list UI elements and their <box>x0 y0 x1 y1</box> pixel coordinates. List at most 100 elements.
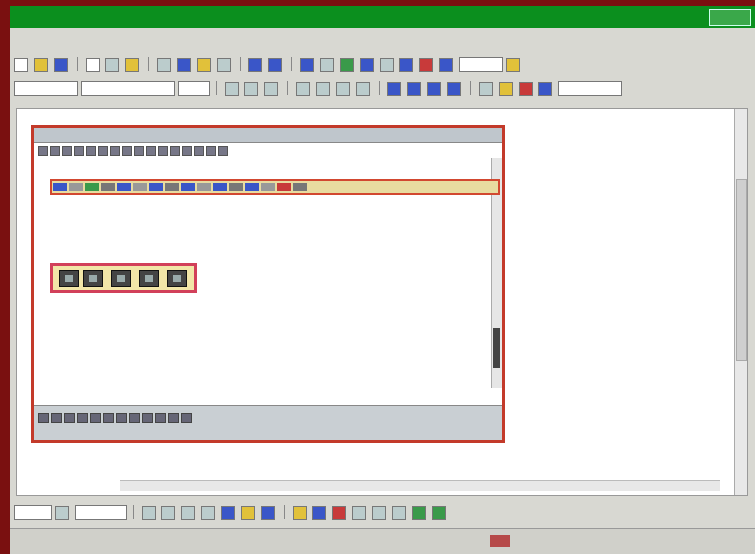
underline-icon[interactable] <box>264 82 279 96</box>
align-left-icon[interactable] <box>296 82 310 96</box>
show-hide-icon[interactable] <box>439 58 454 72</box>
select-objects-icon[interactable] <box>54 506 69 520</box>
table-icon[interactable] <box>339 58 354 72</box>
inner-tool-icon <box>194 146 204 156</box>
arrow-style-icon[interactable] <box>391 506 406 520</box>
new-icon[interactable] <box>14 58 28 72</box>
window-controls[interactable] <box>709 9 751 26</box>
title-bar <box>10 6 755 28</box>
line-color-icon[interactable] <box>312 506 327 520</box>
copy-icon[interactable] <box>176 58 191 72</box>
columns-icon[interactable] <box>379 58 394 72</box>
save-icon[interactable] <box>53 58 68 72</box>
rectangle-icon[interactable] <box>181 506 196 520</box>
extra-select[interactable] <box>558 81 623 96</box>
excel-icon[interactable] <box>359 58 374 72</box>
align-right-icon[interactable] <box>335 82 350 96</box>
toolbar-separator <box>76 57 78 71</box>
inner-drawing-row <box>38 412 478 423</box>
tables-icon[interactable] <box>319 58 334 72</box>
toolbar-separator <box>291 57 293 71</box>
clipart-icon[interactable] <box>260 506 275 520</box>
spelling-icon[interactable] <box>125 58 140 72</box>
borders-icon[interactable] <box>478 82 493 96</box>
bold-icon[interactable] <box>224 82 239 96</box>
inner-tool-icon <box>98 146 108 156</box>
highlight-icon[interactable] <box>498 82 513 96</box>
inner-tool-icon <box>155 413 166 423</box>
inner-tool-icon <box>158 146 168 156</box>
inner-tool-icon <box>110 146 120 156</box>
vertical-scrollbar[interactable] <box>734 109 747 495</box>
strip-icon <box>261 183 275 191</box>
undo-icon[interactable] <box>248 58 263 72</box>
inner-tool-icon <box>90 413 101 423</box>
format-painter-icon[interactable] <box>216 58 231 72</box>
inner-tool-icon <box>86 146 96 156</box>
mini-button <box>59 270 79 287</box>
highlighted-toolbar-strip <box>50 179 500 195</box>
cut-icon[interactable] <box>157 58 171 72</box>
wordart-icon[interactable] <box>240 506 255 520</box>
status-page <box>16 535 76 547</box>
indent-icon[interactable] <box>447 82 461 96</box>
line-style-icon[interactable] <box>352 506 367 520</box>
textbox-icon[interactable] <box>221 506 235 520</box>
open-icon[interactable] <box>33 58 48 72</box>
status-bar <box>10 528 755 554</box>
font-size-select[interactable] <box>177 81 210 96</box>
inner-tool-icon <box>218 146 228 156</box>
strip-icon <box>117 183 131 191</box>
strip-icon <box>293 183 307 191</box>
horizontal-scrollbar[interactable] <box>120 480 720 491</box>
inner-status-area <box>34 405 502 440</box>
inner-scroll-thumb <box>493 328 500 368</box>
document-map-icon[interactable] <box>419 58 434 72</box>
scroll-thumb[interactable] <box>736 179 747 361</box>
print-icon[interactable] <box>85 58 100 72</box>
align-center-icon[interactable] <box>315 82 330 96</box>
shadow-icon[interactable] <box>411 506 426 520</box>
oval-icon[interactable] <box>201 506 216 520</box>
paste-icon[interactable] <box>196 58 211 72</box>
drawing-icon[interactable] <box>399 58 414 72</box>
mini-button <box>111 270 131 287</box>
zoom-select[interactable] <box>459 57 503 72</box>
link-icon[interactable] <box>300 58 314 72</box>
arrow-icon[interactable] <box>161 506 176 520</box>
help-icon[interactable] <box>505 58 520 72</box>
font-color-draw-icon[interactable] <box>332 506 347 520</box>
bullets-icon[interactable] <box>407 82 422 96</box>
inner-tool-icon <box>146 146 156 156</box>
autoshapes-menu[interactable] <box>74 505 127 520</box>
inner-toolbar <box>38 144 478 157</box>
strip-icon <box>277 183 291 191</box>
inner-tool-icon <box>122 146 132 156</box>
font-color-icon[interactable] <box>518 82 533 96</box>
strip-icon <box>85 183 99 191</box>
menu-bar <box>10 32 755 50</box>
toolbar-separator <box>283 505 285 519</box>
toolbar-separator <box>215 81 217 95</box>
font-select[interactable] <box>80 81 175 96</box>
redo-icon[interactable] <box>268 58 283 72</box>
numbering-icon[interactable] <box>387 82 402 96</box>
preview-icon[interactable] <box>105 58 120 72</box>
dash-style-icon[interactable] <box>372 506 386 520</box>
document-area[interactable] <box>16 108 748 496</box>
drawing-toolbar <box>14 502 749 522</box>
outdent-icon[interactable] <box>427 82 442 96</box>
line-icon[interactable] <box>141 506 156 520</box>
inner-tool-icon <box>182 146 192 156</box>
styles-icon[interactable] <box>538 82 553 96</box>
style-select[interactable] <box>14 81 78 96</box>
strip-icon <box>181 183 195 191</box>
inner-tool-icon <box>142 413 153 423</box>
inner-tool-icon <box>103 413 114 423</box>
italic-icon[interactable] <box>244 82 259 96</box>
justify-icon[interactable] <box>355 82 370 96</box>
draw-menu[interactable] <box>14 505 52 520</box>
inner-tool-icon <box>62 146 72 156</box>
fill-color-icon[interactable] <box>292 506 307 520</box>
3d-icon[interactable] <box>431 506 446 520</box>
